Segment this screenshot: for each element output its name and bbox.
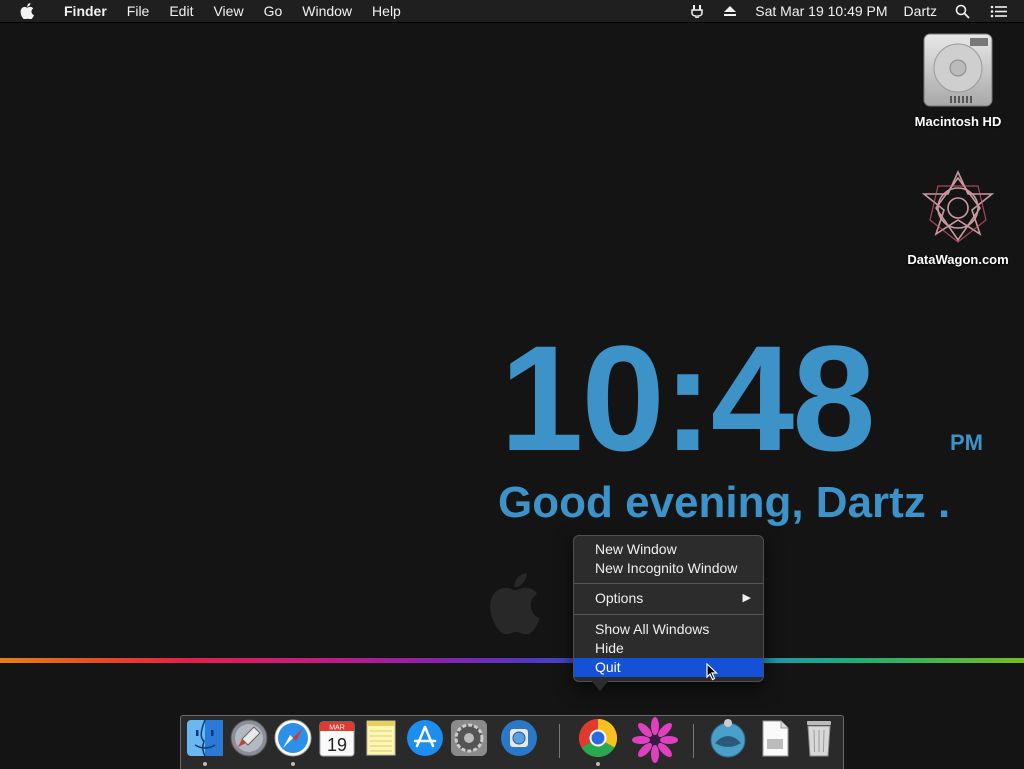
calendar-icon: MAR 19 [319, 721, 355, 757]
menu-item-quit[interactable]: Quit [574, 658, 763, 677]
running-indicator [596, 762, 600, 766]
menu-item-label: Options [595, 590, 644, 606]
chrome-dock-context-menu: New Window New Incognito Window Options … [573, 535, 764, 682]
dock-flower[interactable] [632, 717, 678, 763]
menu-bar: Finder File Edit View Go Window Help Sat… [0, 0, 1024, 23]
dock-chrome[interactable] [577, 717, 619, 759]
notification-center-icon[interactable] [980, 0, 1018, 22]
running-indicator [203, 762, 207, 766]
apple-menu-icon[interactable] [0, 3, 54, 19]
dock-separator [693, 724, 694, 758]
menubar-clock[interactable]: Sat Mar 19 10:49 PM [747, 0, 895, 22]
document-icon [762, 720, 789, 757]
finder-icon [187, 719, 223, 757]
dock-finder[interactable] [184, 717, 226, 759]
dock-downloads[interactable] [707, 717, 749, 759]
submenu-arrow-icon: ▶ [742, 592, 751, 604]
dock-notes[interactable] [360, 717, 402, 759]
cable-icon[interactable] [681, 0, 713, 22]
menu-finder[interactable]: Finder [54, 0, 117, 22]
search-icon[interactable] [945, 0, 980, 22]
desktop-icon-macintosh-hd[interactable]: Macintosh HD [903, 32, 1013, 129]
dock-system-preferences[interactable] [448, 717, 490, 759]
menu-separator [574, 583, 763, 584]
menu-item-new-incognito-window[interactable]: New Incognito Window [574, 559, 763, 578]
clock-ampm: PM [950, 430, 983, 455]
hard-drive-icon [903, 32, 1013, 110]
dock-calendar[interactable]: MAR 19 [316, 717, 358, 759]
desktop-icon-datawagon[interactable]: DataWagon.com [903, 168, 1013, 267]
apple-watermark-icon [488, 572, 540, 639]
calendar-day: 19 [327, 735, 347, 755]
datawagon-icon [903, 168, 1013, 248]
greeting-text: Good evening, Dartz . [498, 478, 951, 527]
running-indicator [291, 762, 295, 766]
menu-edit[interactable]: Edit [159, 0, 203, 22]
dock-safari[interactable] [272, 717, 314, 759]
menu-item-new-window[interactable]: New Window [574, 540, 763, 559]
dock-separator [559, 724, 560, 758]
menu-separator [574, 614, 763, 615]
app-store-icon [407, 720, 443, 756]
trash-icon [807, 721, 831, 757]
mouse-cursor-icon [706, 662, 719, 686]
desktop-icon-label: DataWagon.com [907, 252, 1009, 267]
menu-item-hide[interactable]: Hide [574, 639, 763, 658]
dock-launchpad[interactable] [228, 717, 270, 759]
calendar-month: MAR [329, 725, 345, 732]
chrome-icon [578, 718, 618, 758]
clock-time: 10:48 [500, 314, 876, 482]
dock-time-machine[interactable] [498, 717, 540, 759]
desktop-icon-label: Macintosh HD [914, 114, 1002, 129]
menu-help[interactable]: Help [362, 0, 411, 22]
context-menu-pointer [590, 679, 610, 691]
launchpad-icon [230, 719, 268, 757]
menu-go[interactable]: Go [254, 0, 293, 22]
dock-app-store[interactable] [404, 717, 446, 759]
time-machine-icon [501, 720, 537, 756]
eject-icon[interactable] [713, 0, 747, 22]
menu-window[interactable]: Window [292, 0, 362, 22]
flower-icon [632, 717, 678, 763]
safari-icon [274, 719, 312, 757]
menu-item-show-all-windows[interactable]: Show All Windows [574, 620, 763, 639]
menubar-user[interactable]: Dartz [896, 0, 945, 22]
menu-file[interactable]: File [117, 0, 160, 22]
menu-item-options[interactable]: Options ▶ [574, 589, 763, 608]
system-preferences-icon [451, 720, 487, 756]
menu-view[interactable]: View [203, 0, 253, 22]
notes-icon [366, 720, 396, 756]
rainbow-divider [0, 658, 1024, 663]
dock-trash[interactable] [798, 717, 840, 759]
downloads-icon [710, 719, 746, 758]
dock-document[interactable] [754, 717, 796, 759]
